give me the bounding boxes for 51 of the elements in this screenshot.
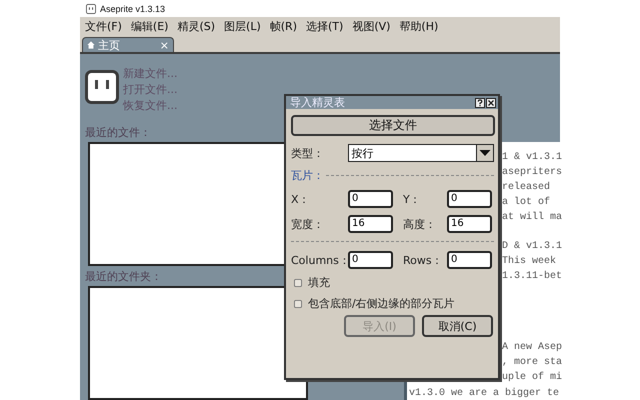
number-field[interactable]: 16: [348, 215, 393, 233]
news-text: asepriters: [502, 166, 560, 180]
news-text: v1.3.0 we are a bigger te: [408, 386, 560, 400]
cancel-button[interactable]: 取消(C): [422, 315, 493, 337]
checkbox[interactable]: [294, 278, 302, 286]
number-field[interactable]: 16: [447, 215, 492, 233]
field-label: Columns：: [291, 252, 348, 268]
menu-item[interactable]: 帧(R): [270, 19, 297, 34]
news-text: a lot of: [502, 196, 552, 210]
field-label: 类型：: [291, 146, 325, 160]
section-label: 最近的文件夹：: [85, 270, 163, 284]
news-text: at will ma: [502, 210, 560, 225]
home-icon: [87, 41, 95, 49]
select-file-button[interactable]: 选择文件: [291, 115, 495, 136]
news-text: D & v1.3.1: [502, 240, 560, 254]
field-label: Y：: [403, 192, 422, 206]
menu-item[interactable]: 选择(T): [306, 19, 344, 34]
help-icon[interactable]: [475, 98, 485, 108]
type-dropdown[interactable]: 按行: [348, 144, 494, 162]
checkbox-label: 填充: [308, 275, 330, 290]
checkbox-label: 包含底部/右侧边缘的部分瓦片: [308, 296, 455, 311]
menu-item[interactable]: 精灵(S): [177, 19, 216, 34]
number-field[interactable]: 0: [348, 190, 393, 208]
section-heading: 瓦片：: [291, 168, 324, 183]
field-label: X：: [291, 192, 311, 206]
window-title: Aseprite v1.3.13: [100, 4, 166, 14]
number-field[interactable]: 0: [447, 190, 492, 208]
number-field[interactable]: 0: [348, 251, 393, 269]
logo-icon: [85, 70, 119, 104]
news-text: This week: [502, 254, 558, 269]
checkbox[interactable]: [294, 300, 302, 308]
menu-item[interactable]: 文件(F): [85, 19, 122, 34]
field-label: 宽度：: [291, 216, 325, 232]
menu-item[interactable]: 图层(L): [224, 19, 261, 34]
menu-item[interactable]: 编辑(E): [130, 19, 168, 34]
field-label: 高度：: [403, 216, 437, 232]
app-icon: [86, 4, 96, 14]
number-field[interactable]: 0: [447, 251, 492, 269]
dialog-title: 导入精灵表: [290, 95, 345, 110]
news-text: 1.3.11-bet: [502, 270, 560, 284]
field-label: Rows：: [403, 252, 444, 268]
news-text: , more sta: [502, 356, 560, 370]
menu-item[interactable]: 帮助(H): [399, 19, 438, 34]
news-text: A new Asep: [502, 341, 560, 355]
close-icon[interactable]: [486, 98, 496, 108]
news-text: 1 & v1.3.1: [502, 151, 560, 165]
section-label: 最近的文件：: [85, 126, 152, 140]
news-text: uple of mi: [502, 370, 560, 385]
menu-item[interactable]: 视图(V): [352, 19, 390, 34]
tab-label: 主页: [98, 38, 120, 52]
news-text: released: [502, 180, 552, 195]
